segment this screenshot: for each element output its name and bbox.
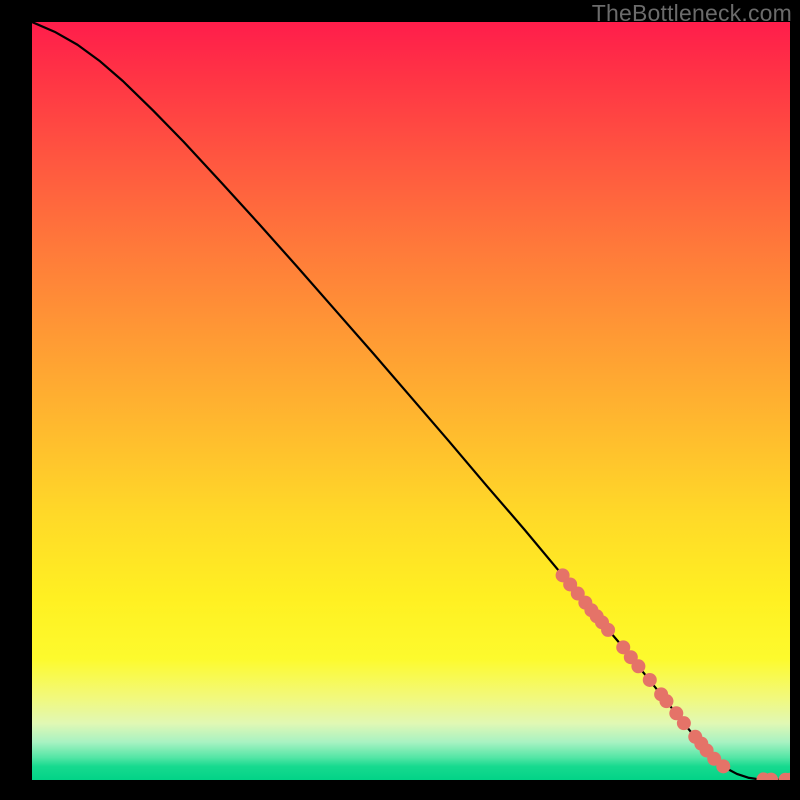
plot-overlay-svg (32, 22, 790, 780)
markers-group (556, 568, 790, 780)
marker-point (716, 759, 730, 773)
marker-point (643, 673, 657, 687)
chart-stage: TheBottleneck.com (0, 0, 800, 800)
marker-point (631, 659, 645, 673)
plot-area (32, 22, 790, 780)
marker-point (659, 694, 673, 708)
marker-point (677, 716, 691, 730)
curve-line (32, 22, 790, 780)
marker-point (601, 623, 615, 637)
